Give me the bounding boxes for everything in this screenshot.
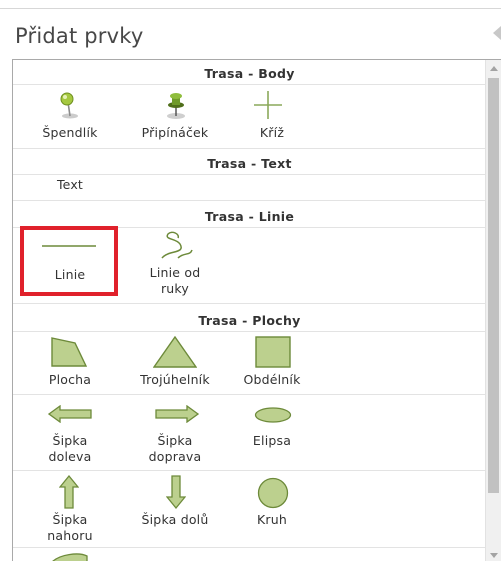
vertical-scrollbar[interactable] — [485, 60, 501, 561]
template-label-line1: Šipka — [52, 512, 88, 527]
template-label: Kruh — [257, 512, 287, 527]
collapse-arrow-icon[interactable] — [493, 26, 501, 40]
template-label-line2: doprava — [148, 449, 202, 464]
template-spendlik[interactable]: Špendlík — [15, 88, 125, 146]
template-sipka-doprava[interactable]: Šipka doprava — [120, 396, 230, 466]
triangle-icon — [153, 336, 197, 368]
template-label: Kříž — [259, 125, 285, 140]
cross-icon — [254, 91, 282, 119]
panel-title: Přidat prvky — [15, 24, 144, 48]
template-elipsa[interactable]: Elipsa — [217, 396, 327, 466]
template-sipka-dolu[interactable]: Šipka dolů — [120, 472, 230, 544]
divider — [13, 148, 486, 149]
template-pripinacek[interactable]: Připínáček — [120, 88, 230, 146]
polygon-icon — [51, 337, 87, 367]
ellipse-icon — [254, 407, 292, 423]
arrow-up-icon — [59, 475, 79, 509]
template-label: Obdélník — [243, 372, 301, 387]
arrow-left-icon — [48, 405, 92, 423]
add-features-panel: Trasa - Body Špendlík Připínáček Kříž Tr… — [12, 59, 501, 561]
pushpin-icon — [60, 92, 78, 119]
divider — [13, 331, 486, 332]
template-label: Text — [56, 177, 84, 192]
selected-template-highlight — [20, 226, 118, 296]
scroll-up-icon[interactable] — [490, 66, 498, 71]
divider — [13, 394, 486, 395]
template-label: Šipka dolů — [141, 512, 209, 527]
template-kruh[interactable]: Kruh — [217, 472, 327, 544]
template-sipka-nahoru[interactable]: Šipka nahoru — [15, 472, 125, 544]
section-header-plochy: Trasa - Plochy — [198, 313, 301, 328]
section-header-linie: Trasa - Linie — [204, 209, 295, 224]
template-sipka-doleva[interactable]: Šipka doleva — [15, 396, 125, 466]
divider — [13, 200, 486, 201]
rectangle-icon — [255, 336, 291, 368]
divider — [13, 470, 486, 471]
section-header-text: Trasa - Text — [207, 156, 292, 171]
freehand-line-icon — [161, 231, 193, 259]
arrow-right-icon — [155, 405, 199, 423]
scroll-down-icon[interactable] — [490, 553, 498, 558]
arrow-down-icon — [166, 475, 186, 509]
template-trojuhelnik[interactable]: Trojúhelník — [120, 333, 230, 391]
divider — [13, 547, 486, 548]
top-divider — [0, 8, 501, 9]
divider — [13, 303, 486, 304]
section-header-body: Trasa - Body — [204, 66, 295, 81]
template-label: Plocha — [48, 372, 92, 387]
template-linie-od-ruky[interactable]: Linie od ruky — [120, 228, 230, 298]
template-plocha[interactable]: Plocha — [15, 333, 125, 391]
partial-shape-icon — [52, 553, 88, 561]
template-kriz[interactable]: Kříž — [217, 88, 327, 146]
template-label-line2: ruky — [160, 281, 190, 296]
circle-icon — [257, 477, 289, 509]
template-label: Špendlík — [42, 125, 98, 140]
template-label: Elipsa — [252, 433, 292, 448]
template-label-line2: nahoru — [47, 528, 93, 543]
template-obdelnik[interactable]: Obdélník — [217, 333, 327, 391]
template-label-line1: Linie od — [149, 265, 201, 280]
divider — [13, 84, 486, 85]
template-label: Trojúhelník — [140, 372, 210, 387]
thumbtack-icon — [167, 93, 185, 119]
template-text[interactable]: Text — [15, 177, 125, 199]
template-label-line1: Šipka — [157, 433, 193, 448]
scrollbar-thumb[interactable] — [488, 78, 499, 493]
divider — [13, 174, 486, 175]
template-label-line2: doleva — [48, 449, 92, 464]
template-label-line1: Šipka — [52, 433, 88, 448]
template-label: Připínáček — [141, 125, 209, 140]
